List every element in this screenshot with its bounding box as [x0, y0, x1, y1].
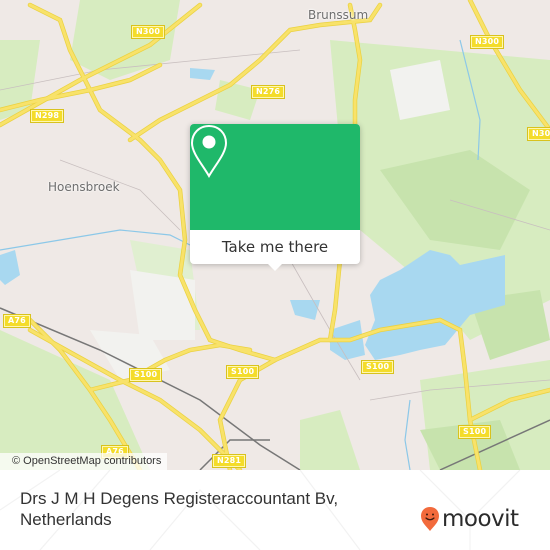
road-shield: N281: [211, 454, 247, 468]
location-popup[interactable]: Take me there: [190, 124, 360, 271]
road-shield: S100: [457, 425, 492, 439]
place-label-hoensbroek: Hoensbroek: [48, 180, 120, 194]
moovit-wordmark: moovit: [442, 506, 519, 532]
road-shield: N300: [130, 25, 166, 39]
road-shield: N298: [29, 109, 65, 123]
moovit-smiley-pin-icon: [421, 507, 439, 531]
moovit-logo[interactable]: moovit: [420, 506, 519, 532]
place-name-line2: Netherlands: [20, 510, 112, 529]
popup-header[interactable]: [190, 124, 360, 230]
map-attribution[interactable]: © OpenStreetMap contributors: [0, 453, 168, 470]
road-shield: S100: [225, 365, 260, 379]
road-shield: S100: [360, 360, 395, 374]
place-label-brunssum: Brunssum: [308, 8, 369, 22]
road-shield: N276: [250, 85, 286, 99]
place-name: Drs J M H Degens Registeraccountant Bv, …: [20, 488, 338, 530]
place-name-line1: Drs J M H Degens Registeraccountant Bv,: [20, 489, 339, 508]
map[interactable]: Brunssum Hoensbroek N300 N300 N276 N298 …: [0, 0, 550, 470]
road-shield: A76: [3, 314, 31, 328]
road-shield: N300: [526, 127, 550, 141]
road-shield: N300: [469, 35, 505, 49]
location-pin-icon: [190, 124, 228, 178]
road-shield: S100: [128, 368, 163, 382]
popup-pointer: [268, 264, 282, 271]
take-me-there-button[interactable]: Take me there: [190, 230, 360, 264]
